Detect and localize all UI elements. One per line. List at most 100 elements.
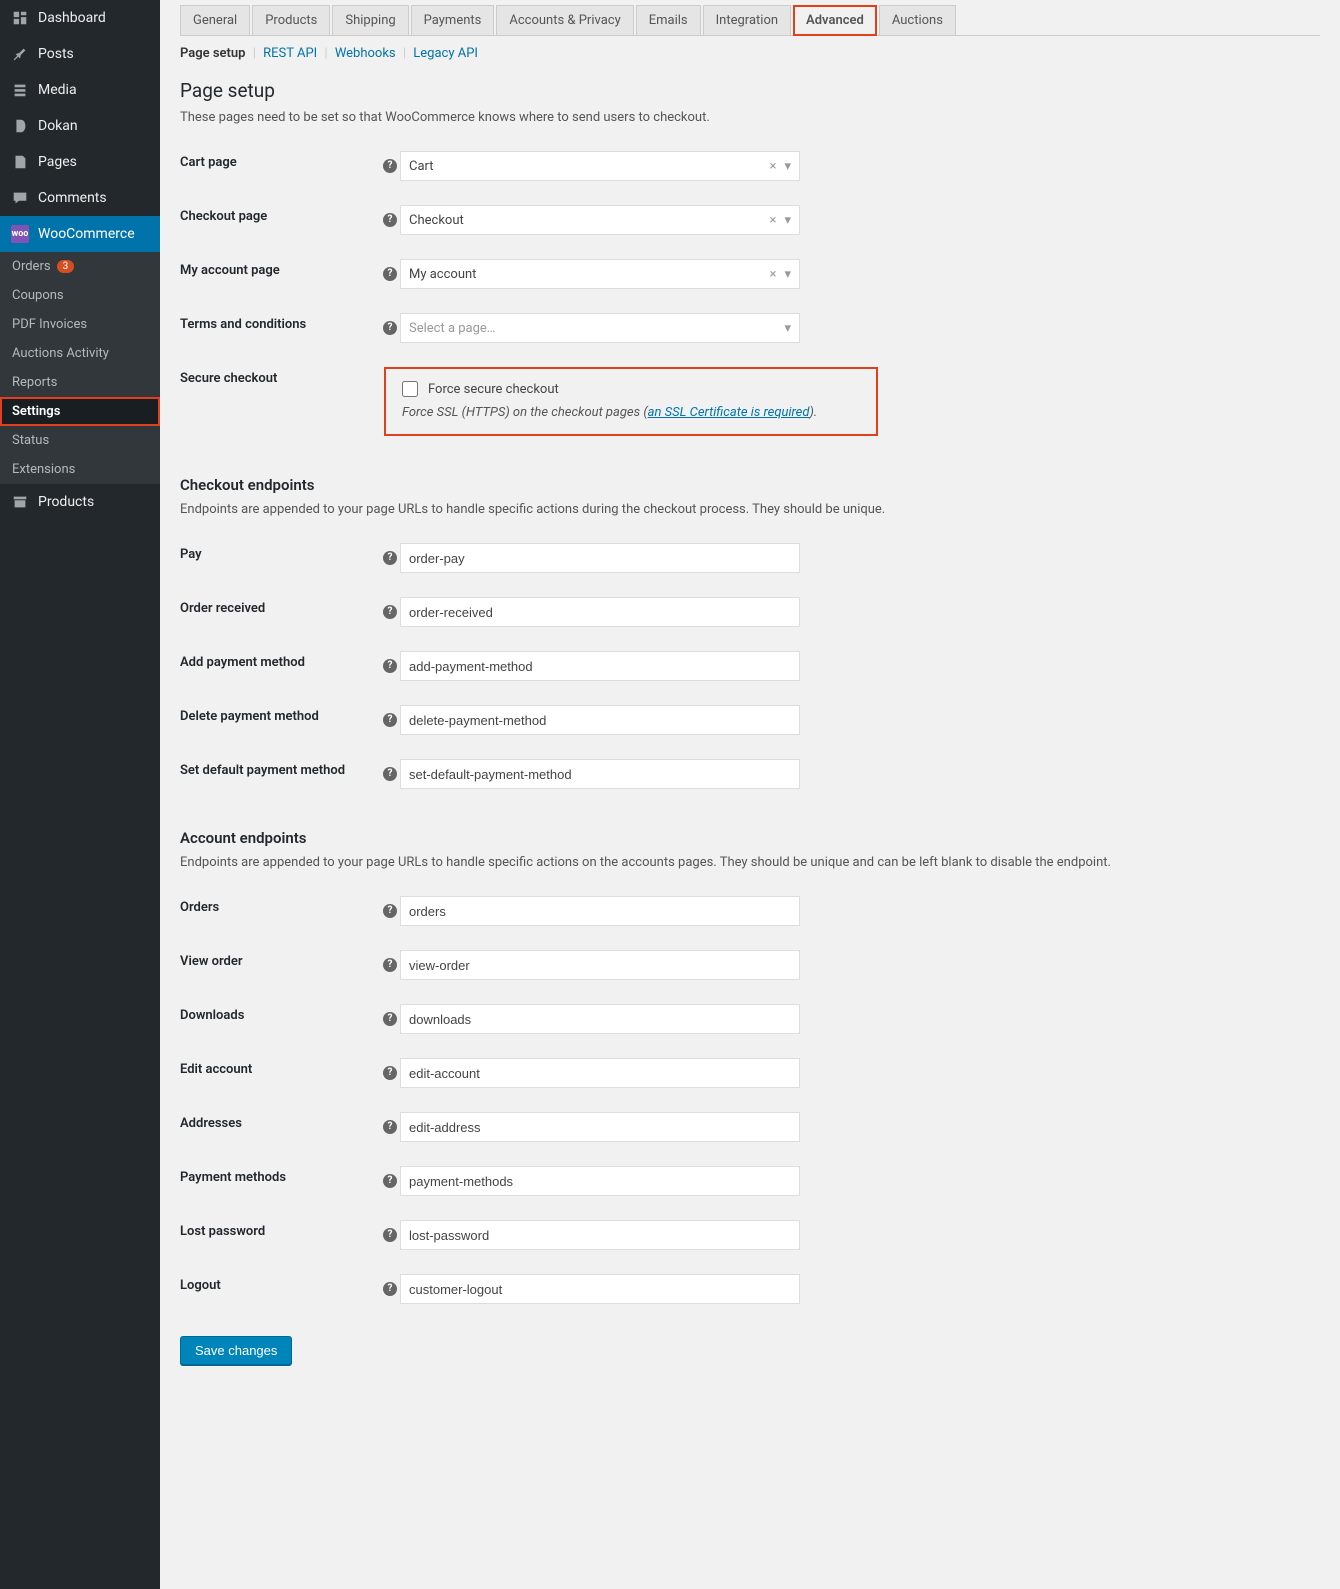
subtab-rest-api[interactable]: REST API <box>263 46 317 61</box>
label-cart-page: Cart page <box>180 151 380 170</box>
sidebar-item-woocommerce[interactable]: wooWooCommerce <box>0 216 160 252</box>
pages-icon <box>10 152 30 172</box>
admin-sidebar: DashboardPosts Media Dokan Pages Comments woo… <box>0 0 160 1589</box>
sidebar-item-dashboard[interactable]: Dashboard <box>0 0 160 36</box>
tab-emails[interactable]: Emails <box>636 5 701 35</box>
sidebar-item-label: WooCommerce <box>38 226 135 242</box>
input-payment-methods[interactable] <box>400 1166 800 1196</box>
dokan-icon <box>10 116 30 136</box>
input-edit-account[interactable] <box>400 1058 800 1088</box>
help-icon[interactable]: ? <box>383 1012 397 1026</box>
subtab-webhooks[interactable]: Webhooks <box>335 46 396 61</box>
label-checkout-page: Checkout page <box>180 205 380 224</box>
label-lost-password: Lost password <box>180 1220 380 1239</box>
settings-subtabs: Page setup | REST API | Webhooks | Legac… <box>180 36 1320 61</box>
label-payment-methods: Payment methods <box>180 1166 380 1185</box>
sidebar-item-posts[interactable]: Posts <box>0 36 160 72</box>
tab-shipping[interactable]: Shipping <box>332 5 408 35</box>
select-my-account-page[interactable]: My account ×▾ <box>400 259 800 289</box>
input-logout[interactable] <box>400 1274 800 1304</box>
tab-general[interactable]: General <box>180 5 250 35</box>
secure-hint: Force SSL (HTTPS) on the checkout pages … <box>402 405 860 420</box>
help-icon[interactable]: ? <box>383 1174 397 1188</box>
input-lost-password[interactable] <box>400 1220 800 1250</box>
label-set-default-payment-method: Set default payment method <box>180 759 380 778</box>
sidebar-item-products[interactable]: Products <box>0 484 160 520</box>
help-icon[interactable]: ? <box>383 605 397 619</box>
input-delete-payment-method[interactable] <box>400 705 800 735</box>
clear-icon[interactable]: × <box>770 213 777 228</box>
help-icon[interactable]: ? <box>383 321 397 335</box>
comments-icon <box>10 188 30 208</box>
help-icon[interactable]: ? <box>383 713 397 727</box>
tab-auctions[interactable]: Auctions <box>879 5 956 35</box>
sidebar-sub-reports[interactable]: Reports <box>0 368 160 397</box>
input-view-order[interactable] <box>400 950 800 980</box>
media-icon <box>10 80 30 100</box>
help-icon[interactable]: ? <box>383 551 397 565</box>
help-icon[interactable]: ? <box>383 213 397 227</box>
help-icon[interactable]: ? <box>383 1282 397 1296</box>
subtab-page-setup[interactable]: Page setup <box>180 46 246 61</box>
sidebar-sub-settings[interactable]: Settings <box>0 397 160 426</box>
save-changes-button[interactable]: Save changes <box>180 1336 292 1365</box>
help-icon[interactable]: ? <box>383 1120 397 1134</box>
chevron-down-icon: ▾ <box>784 321 791 336</box>
help-icon[interactable]: ? <box>383 958 397 972</box>
sidebar-sub-orders[interactable]: Orders3 <box>0 252 160 281</box>
sidebar-sub-coupons[interactable]: Coupons <box>0 281 160 310</box>
tab-integration[interactable]: Integration <box>703 5 791 35</box>
help-icon[interactable]: ? <box>383 767 397 781</box>
sidebar-item-pages[interactable]: Pages <box>0 144 160 180</box>
tab-accounts-privacy[interactable]: Accounts & Privacy <box>496 5 633 35</box>
input-pay[interactable] <box>400 543 800 573</box>
count-badge: 3 <box>57 260 75 273</box>
help-icon[interactable]: ? <box>383 159 397 173</box>
subtab-legacy-api[interactable]: Legacy API <box>413 46 478 61</box>
help-icon[interactable]: ? <box>383 267 397 281</box>
chevron-down-icon: ▾ <box>784 267 791 282</box>
settings-tabs: GeneralProductsShippingPaymentsAccounts … <box>180 3 1320 36</box>
section-desc: These pages need to be set so that WooCo… <box>180 110 1320 125</box>
input-add-payment-method[interactable] <box>400 651 800 681</box>
input-order-received[interactable] <box>400 597 800 627</box>
help-icon[interactable]: ? <box>383 659 397 673</box>
sidebar-sub-status[interactable]: Status <box>0 426 160 455</box>
checkbox-label: Force secure checkout <box>428 382 559 397</box>
tab-advanced[interactable]: Advanced <box>793 5 877 36</box>
sidebar-item-media[interactable]: Media <box>0 72 160 108</box>
help-icon[interactable]: ? <box>383 1228 397 1242</box>
input-downloads[interactable] <box>400 1004 800 1034</box>
clear-icon[interactable]: × <box>770 267 777 282</box>
input-orders[interactable] <box>400 896 800 926</box>
clear-icon[interactable]: × <box>770 159 777 174</box>
ssl-cert-link[interactable]: an SSL Certificate is required <box>648 405 810 420</box>
checkbox-force-secure[interactable] <box>402 381 418 397</box>
label-logout: Logout <box>180 1274 380 1293</box>
sidebar-sub-auctions-activity[interactable]: Auctions Activity <box>0 339 160 368</box>
section-desc: Endpoints are appended to your page URLs… <box>180 855 1320 870</box>
sidebar-item-dokan[interactable]: Dokan <box>0 108 160 144</box>
sidebar-item-label: Media <box>38 82 77 98</box>
select-checkout-page[interactable]: Checkout ×▾ <box>400 205 800 235</box>
label-secure-checkout: Secure checkout <box>180 367 380 386</box>
section-heading-checkout-endpoints: Checkout endpoints <box>180 476 1320 494</box>
sidebar-item-comments[interactable]: Comments <box>0 180 160 216</box>
help-icon[interactable]: ? <box>383 904 397 918</box>
label-view-order: View order <box>180 950 380 969</box>
help-icon[interactable]: ? <box>383 1066 397 1080</box>
label-orders: Orders <box>180 896 380 915</box>
select-cart-page[interactable]: Cart ×▾ <box>400 151 800 181</box>
dashboard-icon <box>10 8 30 28</box>
main-content: GeneralProductsShippingPaymentsAccounts … <box>160 0 1340 1589</box>
tab-products[interactable]: Products <box>252 5 330 35</box>
sidebar-item-label: Pages <box>38 154 77 170</box>
select-terms-page[interactable]: Select a page… ▾ <box>400 313 800 343</box>
sidebar-sub-pdf-invoices[interactable]: PDF Invoices <box>0 310 160 339</box>
input-addresses[interactable] <box>400 1112 800 1142</box>
sidebar-sub-extensions[interactable]: Extensions <box>0 455 160 484</box>
tab-payments[interactable]: Payments <box>411 5 495 35</box>
label-delete-payment-method: Delete payment method <box>180 705 380 724</box>
sidebar-item-label: Comments <box>38 190 107 206</box>
input-set-default-payment-method[interactable] <box>400 759 800 789</box>
